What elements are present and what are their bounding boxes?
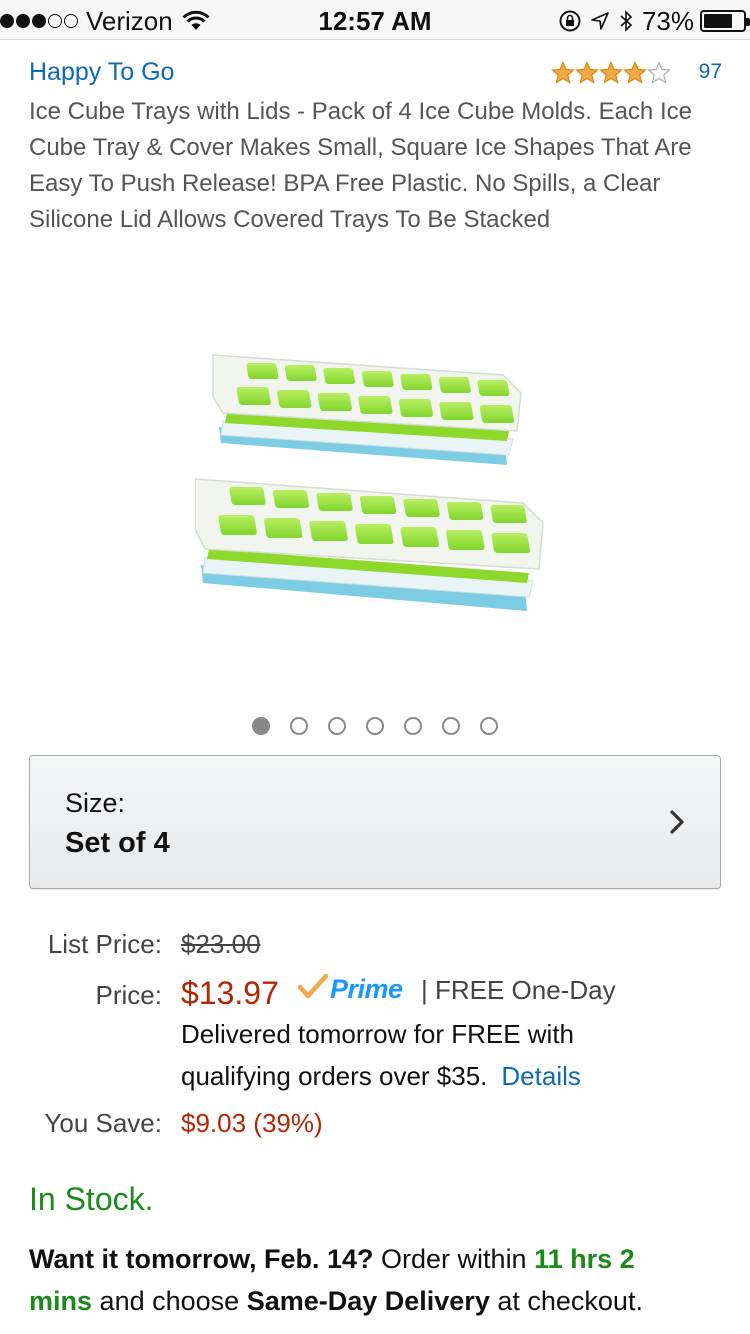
prime-logo-text: Prime bbox=[330, 974, 403, 1004]
star-rating bbox=[550, 60, 671, 84]
rotation-lock-icon bbox=[558, 9, 582, 33]
details-link[interactable]: Details bbox=[501, 1061, 580, 1091]
prime-badge: Prime bbox=[297, 973, 403, 1005]
in-stock-status: In Stock. bbox=[29, 1181, 154, 1217]
carousel-dot[interactable] bbox=[290, 717, 308, 735]
price-value: $13.97 bbox=[181, 975, 279, 1011]
star-filled-icon bbox=[574, 60, 599, 84]
battery-icon bbox=[700, 10, 750, 32]
and-choose-text: and choose bbox=[99, 1286, 240, 1316]
carousel-dot[interactable] bbox=[404, 717, 422, 735]
carousel-dot[interactable] bbox=[328, 717, 346, 735]
carousel-dot[interactable] bbox=[252, 717, 270, 735]
rating-summary[interactable]: 97 bbox=[550, 60, 722, 84]
price-label: Price: bbox=[95, 980, 162, 1010]
product-title: Ice Cube Trays with Lids - Pack of 4 Ice… bbox=[29, 98, 692, 233]
size-selector[interactable]: Size: Set of 4 bbox=[29, 755, 721, 889]
you-save-value: $9.03 (39%) bbox=[181, 1108, 323, 1138]
carousel-dot[interactable] bbox=[366, 717, 384, 735]
star-filled-icon bbox=[550, 60, 575, 84]
delivery-info-line1: | FREE One-Day bbox=[421, 975, 616, 1005]
want-it-text: Want it tomorrow, Feb. 14? bbox=[29, 1244, 374, 1274]
same-day-delivery-text: Same-Day Delivery bbox=[246, 1286, 490, 1316]
list-price-label: List Price: bbox=[47, 929, 162, 959]
location-arrow-icon bbox=[590, 11, 610, 31]
image-carousel-dots[interactable] bbox=[0, 717, 750, 735]
battery-percent: 73% bbox=[641, 5, 694, 36]
carousel-dot[interactable] bbox=[442, 717, 460, 735]
bluetooth-icon bbox=[618, 9, 634, 33]
star-filled-icon bbox=[622, 60, 647, 84]
delivery-info-line2: Delivered tomorrow for FREE with bbox=[181, 1019, 574, 1049]
order-within-text: Order within bbox=[381, 1244, 527, 1274]
delivery-info-line3: qualifying orders over $35. Details bbox=[181, 1061, 581, 1092]
delivery-info-text: qualifying orders over $35. bbox=[181, 1061, 488, 1091]
chevron-right-icon bbox=[668, 808, 686, 841]
status-bar: Verizon 12:57 AM 73% bbox=[0, 0, 750, 40]
countdown-mins: mins bbox=[29, 1286, 93, 1316]
delivery-promise: Want it tomorrow, Feb. 14? Order within … bbox=[29, 1238, 729, 1322]
size-label: Size: bbox=[65, 788, 126, 818]
brand-link[interactable]: Happy To Go bbox=[29, 58, 174, 87]
prime-check-icon bbox=[297, 973, 329, 1005]
list-price: $23.00 bbox=[181, 929, 261, 959]
product-image[interactable] bbox=[194, 325, 555, 645]
star-empty-icon bbox=[646, 60, 671, 84]
size-value: Set of 4 bbox=[65, 827, 170, 859]
star-filled-icon bbox=[598, 60, 623, 84]
carousel-dot[interactable] bbox=[480, 717, 498, 735]
at-checkout-text: at checkout. bbox=[497, 1286, 643, 1316]
you-save-label: You Save: bbox=[44, 1108, 162, 1138]
review-count-link[interactable]: 97 bbox=[699, 60, 722, 84]
countdown-hours: 11 hrs 2 bbox=[534, 1244, 635, 1274]
